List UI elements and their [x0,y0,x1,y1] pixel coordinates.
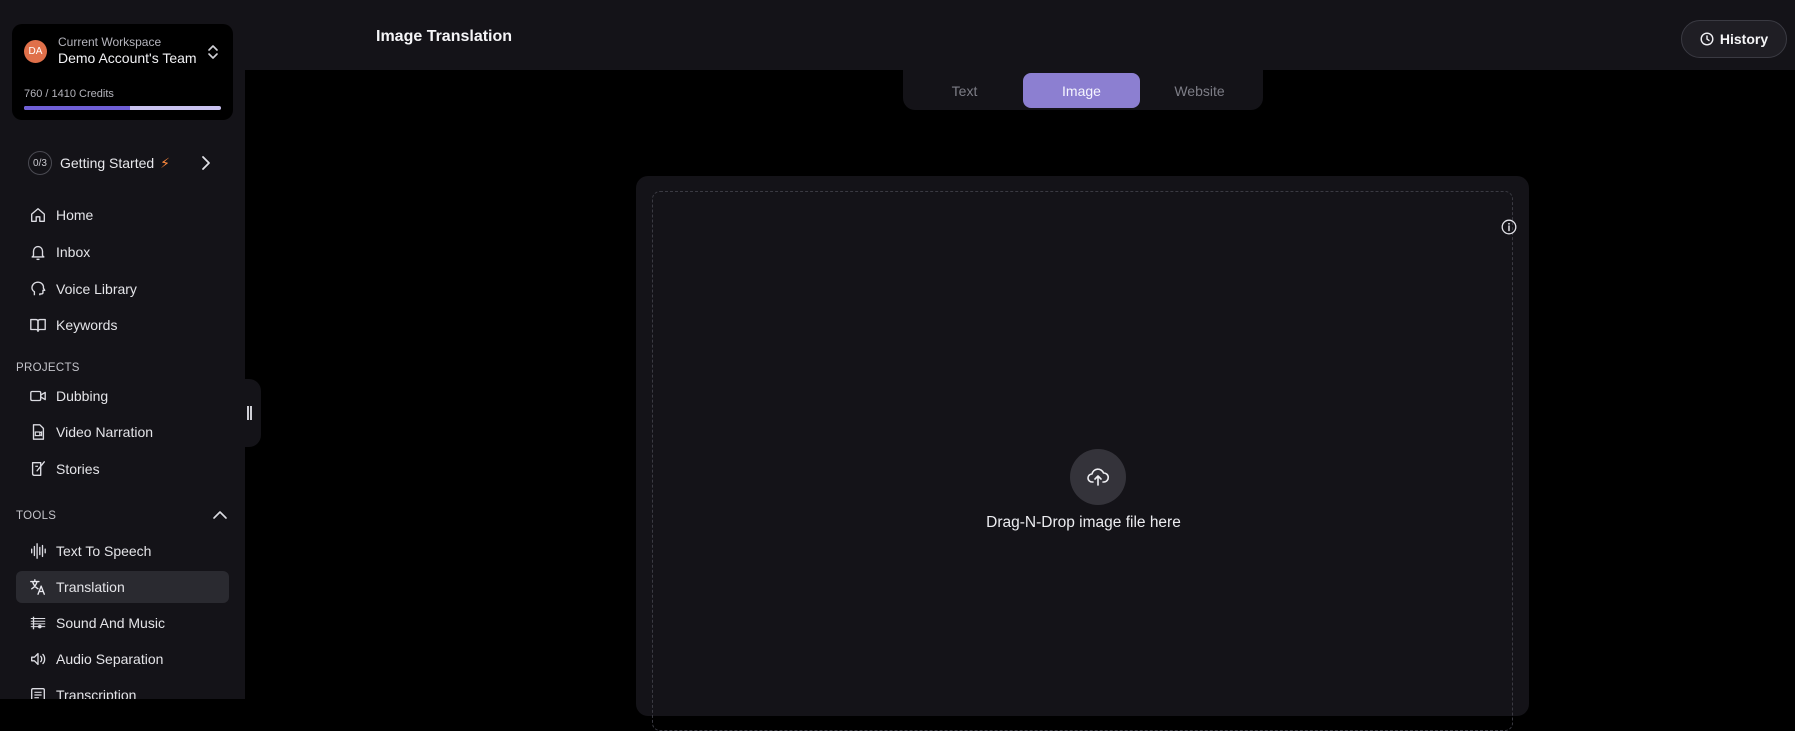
upload-button[interactable] [1070,449,1126,505]
quill-scroll-icon [28,459,48,479]
book-open-icon [28,315,48,335]
projects-section-title: PROJECTS [16,362,80,374]
chevron-up-down-icon[interactable] [206,44,220,60]
sidebar-item-home[interactable]: Home [16,199,229,231]
tab-image[interactable]: Image [1023,73,1140,108]
workspace-caption: Current Workspace [58,35,162,49]
dropzone-text: Drag-N-Drop image file here [986,514,1181,531]
chevron-up-icon[interactable] [212,509,228,521]
history-button[interactable]: History [1681,20,1787,58]
head-profile-icon [28,279,48,299]
sidebar-item-label: Text To Speech [56,543,152,559]
sidebar-item-translation[interactable]: Translation [16,571,229,603]
chevron-right-icon [202,156,210,170]
sidebar-collapse-handle[interactable] [238,379,261,447]
sidebar-item-video-narration[interactable]: Video Narration [16,416,229,448]
history-button-label: History [1719,31,1769,47]
sidebar-item-sound-and-music[interactable]: Sound And Music [16,607,229,639]
page-title: Image Translation [376,28,513,45]
credits-progress-bar [24,106,221,110]
music-staff-icon [28,613,48,633]
sidebar-item-label: Audio Separation [56,651,164,667]
top-bar: Image Translation History [245,0,1795,70]
getting-started-label: Getting Started [60,155,155,171]
translate-icon [28,577,48,597]
video-camera-icon [28,386,48,406]
workspace-switcher[interactable]: DA Current Workspace Demo Account's Team… [12,24,233,120]
sidebar-item-voice-library[interactable]: Voice Library [16,273,229,305]
image-dropzone[interactable]: Drag-N-Drop image file here [652,191,1517,731]
sidebar-item-label: Dubbing [56,388,109,404]
transcript-icon [28,685,48,699]
sidebar-item-keywords[interactable]: Keywords [16,309,229,341]
audio-waveform-icon [28,541,48,561]
cloud-upload-icon [1087,468,1110,486]
avatar: DA [24,40,47,63]
sidebar-item-dubbing[interactable]: Dubbing [16,380,229,412]
sidebar-item-label: Translation [56,579,125,595]
sidebar-item-label: Transcription [56,687,137,699]
clock-icon [1700,32,1714,46]
bell-icon [28,242,48,262]
getting-started[interactable]: 0/3 Getting Started ⚡ [16,148,225,178]
info-icon[interactable] [1501,219,1517,235]
credits-progress-fill [24,106,131,110]
sidebar-item-label: Keywords [56,317,118,333]
sidebar-item-label: Video Narration [56,424,154,440]
bolt-icon: ⚡ [160,154,171,171]
credits-text: 760 / 1410 Credits [24,88,114,100]
getting-started-count: 0/3 [28,151,52,175]
translation-type-tabs: Text Image Website [903,70,1263,110]
sidebar-item-label: Stories [56,461,100,477]
sidebar-item-audio-separation[interactable]: Audio Separation [16,643,229,675]
workspace-name: Demo Account's Team [58,50,197,66]
tab-text[interactable]: Text [906,73,1023,108]
sidebar-item-text-to-speech[interactable]: Text To Speech [16,535,229,567]
sidebar-item-label: Voice Library [56,281,137,297]
sidebar-item-stories[interactable]: Stories [16,453,229,485]
sidebar-item-transcription[interactable]: Transcription [16,679,229,699]
speaker-icon [28,649,48,669]
home-icon [28,205,48,225]
sidebar-item-label: Home [56,207,94,223]
sidebar: DA Current Workspace Demo Account's Team… [0,0,245,699]
upload-panel: Drag-N-Drop image file here [636,176,1529,731]
tab-website[interactable]: Website [1141,73,1258,108]
sidebar-item-inbox[interactable]: Inbox [16,236,229,268]
sidebar-item-label: Inbox [56,244,91,260]
drag-handle-icon [247,406,252,420]
sidebar-item-label: Sound And Music [56,615,165,631]
tools-section-title: TOOLS [16,510,57,522]
video-file-icon [28,422,48,442]
